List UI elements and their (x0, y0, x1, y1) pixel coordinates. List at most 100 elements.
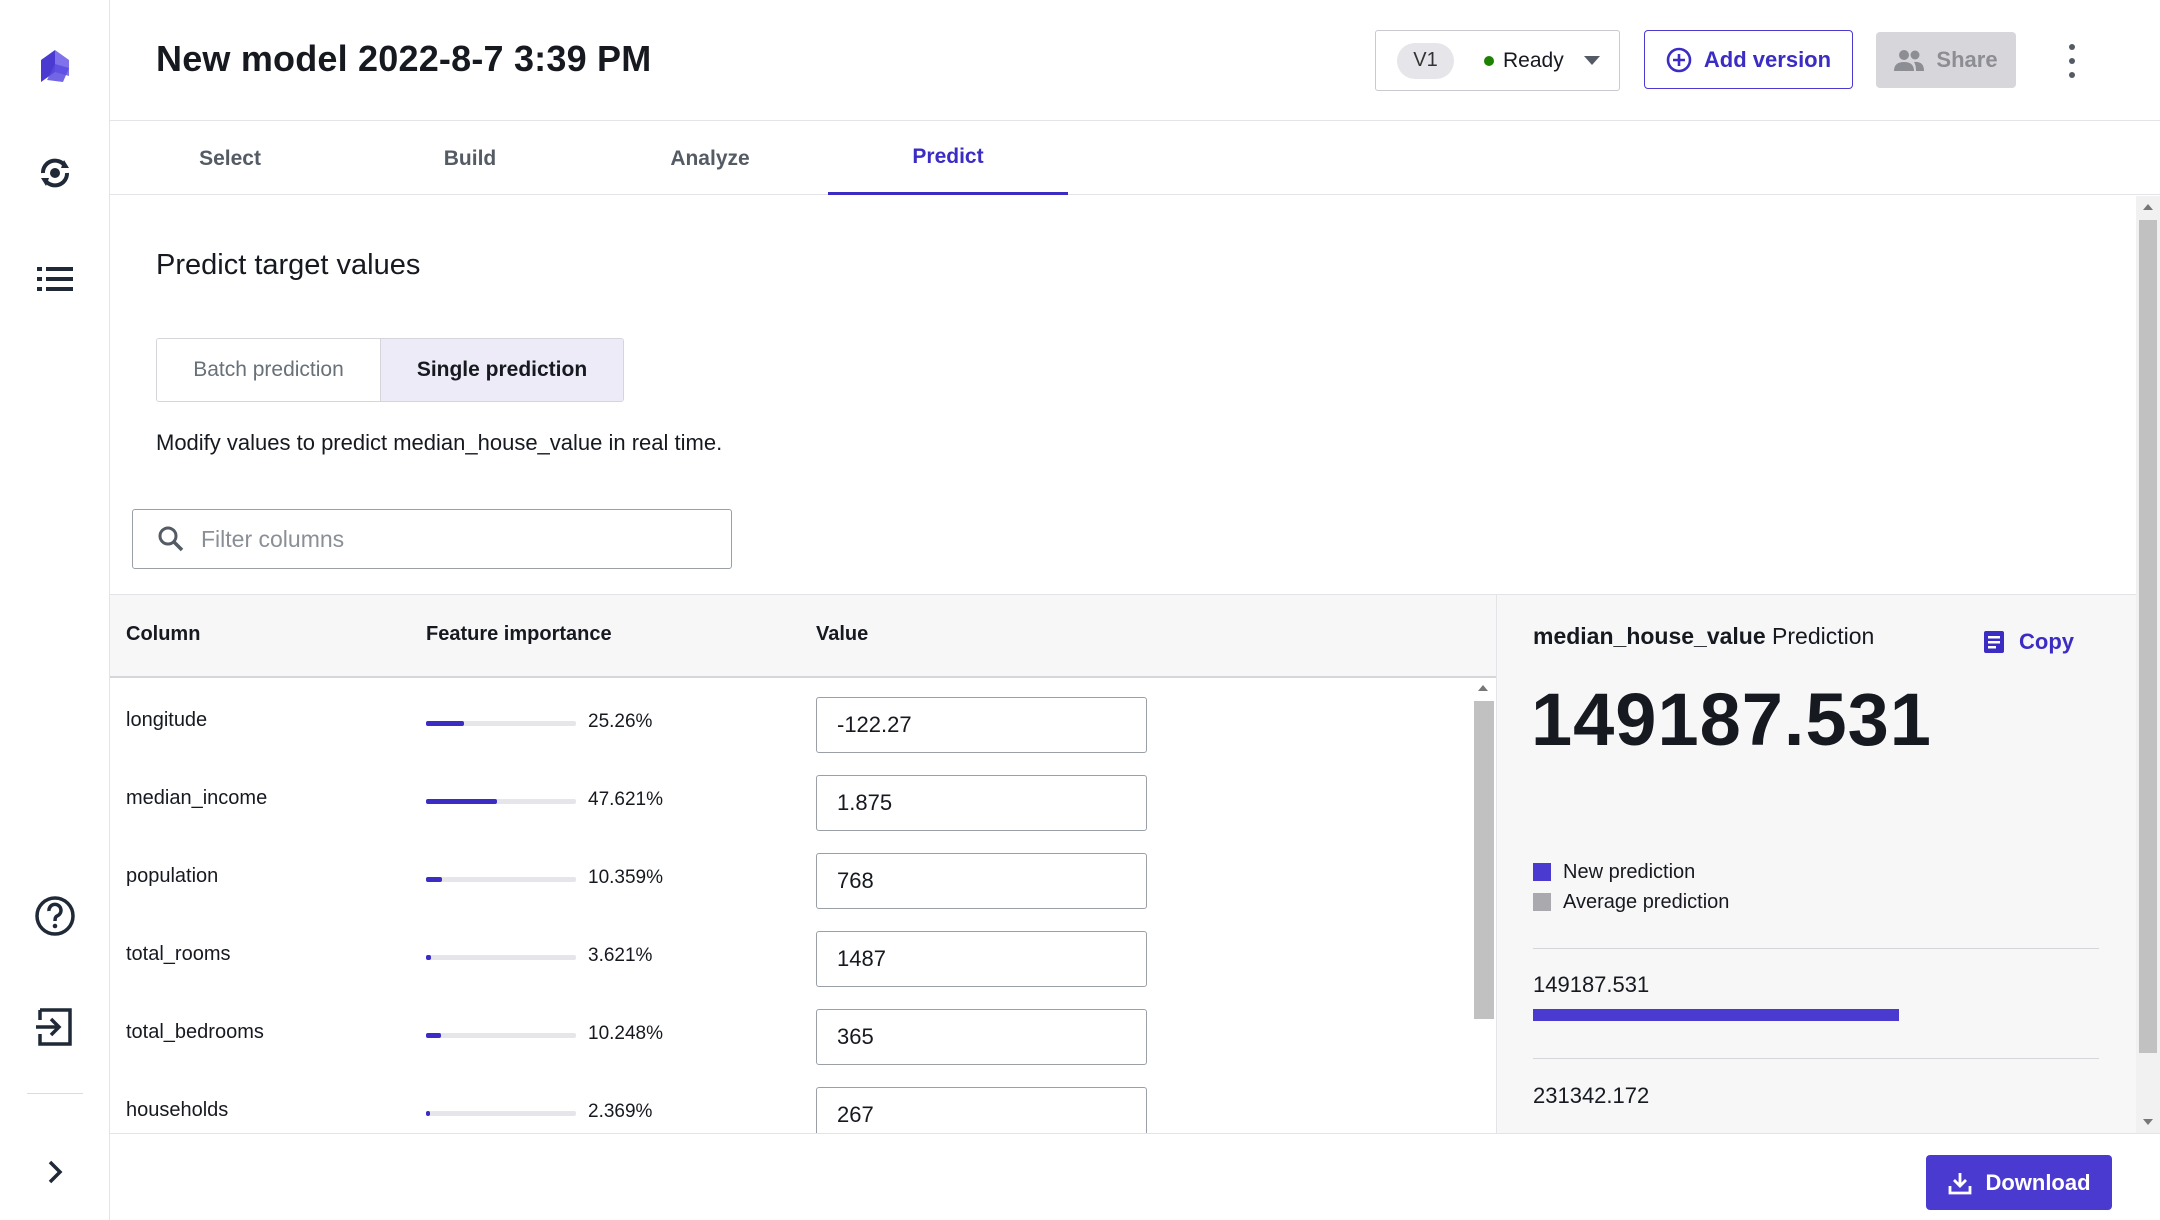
single-prediction-option[interactable]: Single prediction (381, 339, 623, 401)
batch-prediction-option[interactable]: Batch prediction (157, 339, 381, 401)
importance-bar (426, 955, 576, 960)
add-version-label: Add version (1703, 46, 1832, 72)
chevron-down-icon (1583, 56, 1600, 65)
help-icon[interactable] (29, 890, 81, 942)
importance-bar (426, 1033, 576, 1038)
new-prediction-bar (1533, 1009, 1899, 1021)
prediction-legend: New prediction Average prediction (1533, 857, 1729, 917)
legend-item-average: Average prediction (1533, 887, 1729, 917)
download-button[interactable]: Download (1926, 1155, 2112, 1210)
table-row: total_rooms 3.621% 1487 (110, 919, 1470, 997)
importance-bar-fill (426, 799, 497, 804)
importance-percent: 2.369% (588, 1101, 653, 1122)
prediction-panel: Column Feature importance Value longitud… (110, 594, 2136, 1143)
sign-out-icon[interactable] (29, 1001, 81, 1053)
copy-button[interactable]: Copy (1983, 629, 2074, 655)
column-name: longitude (126, 709, 208, 731)
download-label: Download (1985, 1169, 2091, 1195)
feature-table: Column Feature importance Value longitud… (110, 595, 1496, 1143)
page-footer: Download (110, 1133, 2160, 1220)
app-logo-icon[interactable] (29, 40, 81, 92)
scroll-up-arrow-icon[interactable] (1478, 685, 1488, 691)
column-header-importance: Feature importance (426, 623, 612, 645)
value-input[interactable]: -122.27 (816, 697, 1147, 753)
share-button[interactable]: Share (1876, 32, 2016, 88)
legend-swatch-average (1533, 893, 1551, 911)
version-badge: V1 (1397, 42, 1454, 79)
version-selector[interactable]: V1 Ready (1375, 30, 1620, 91)
table-header: Column Feature importance Value (110, 595, 1496, 678)
importance-percent: 10.359% (588, 867, 664, 888)
scroll-down-arrow-icon[interactable] (2143, 1119, 2153, 1125)
importance-bar-fill (426, 955, 431, 960)
models-icon[interactable] (29, 147, 81, 199)
new-prediction-value: 149187.531 (1533, 972, 1650, 997)
kebab-icon[interactable] (2066, 44, 2078, 78)
legend-label-average: Average prediction (1563, 890, 1730, 913)
legend-item-new: New prediction (1533, 857, 1729, 887)
importance-bar (426, 1111, 576, 1116)
importance-percent: 25.26% (588, 711, 653, 732)
table-scrollbar[interactable] (1472, 685, 1494, 1134)
page-scroll-thumb[interactable] (2139, 220, 2157, 1053)
column-name: median_income (126, 787, 268, 809)
section-heading: Predict target values (156, 249, 421, 281)
scroll-up-arrow-icon[interactable] (2143, 204, 2153, 210)
tab-predict[interactable]: Predict (828, 122, 1068, 195)
importance-bar-fill (426, 1111, 430, 1116)
prediction-result-panel: median_house_value Prediction Copy 14918… (1496, 595, 2136, 1134)
page-scrollbar[interactable] (2136, 196, 2160, 1133)
prediction-suffix: Prediction (1772, 623, 1875, 649)
prediction-mode-toggle: Batch prediction Single prediction (156, 338, 624, 402)
table-row: population 10.359% 768 (110, 841, 1470, 919)
copy-icon (1984, 631, 2004, 653)
legend-swatch-new (1533, 863, 1551, 881)
prediction-value: 149187.531 (1531, 678, 1932, 761)
importance-bar-fill (426, 1033, 441, 1038)
importance-percent: 3.621% (588, 945, 653, 966)
filter-columns-field (132, 509, 732, 569)
divider (1533, 1058, 2099, 1059)
importance-bar (426, 877, 576, 882)
download-icon (1949, 1172, 1972, 1194)
average-prediction-value: 231342.172 (1533, 1083, 1650, 1108)
column-name: households (126, 1099, 229, 1121)
expand-chevron-icon[interactable] (29, 1146, 81, 1198)
list-icon[interactable] (29, 253, 81, 305)
copy-label: Copy (2019, 629, 2074, 654)
prediction-title: median_house_value Prediction (1533, 623, 1874, 650)
share-label: Share (1936, 47, 1998, 72)
users-icon (1894, 50, 1925, 71)
importance-bar (426, 799, 576, 804)
importance-bar (426, 721, 576, 726)
filter-columns-input[interactable] (199, 524, 719, 554)
plus-circle-icon (1666, 47, 1692, 72)
importance-percent: 10.248% (588, 1023, 664, 1044)
importance-bar-fill (426, 721, 464, 726)
tab-build[interactable]: Build (350, 122, 590, 195)
tab-select[interactable]: Select (110, 122, 350, 195)
legend-label-new: New prediction (1563, 860, 1696, 883)
step-tabs: Select Build Analyze Predict (110, 122, 2160, 195)
predict-content: Predict target values Batch prediction S… (110, 196, 2136, 1143)
importance-bar-fill (426, 877, 442, 882)
page-title: New model 2022-8-7 3:39 PM (156, 38, 652, 79)
value-input[interactable]: 768 (816, 853, 1147, 909)
value-input[interactable]: 1487 (816, 931, 1147, 987)
predict-description: Modify values to predict median_house_va… (156, 430, 723, 455)
prediction-target: median_house_value (1533, 623, 1766, 649)
importance-percent: 47.621% (588, 789, 664, 810)
page-header: New model 2022-8-7 3:39 PM V1 Ready Add … (110, 0, 2160, 121)
status-dot-icon (1484, 55, 1494, 66)
table-row: total_bedrooms 10.248% 365 (110, 997, 1470, 1075)
column-header-column: Column (126, 623, 201, 645)
status-label: Ready (1503, 48, 1564, 72)
table-row: longitude 25.26% -122.27 (110, 685, 1470, 763)
value-input[interactable]: 365 (816, 1009, 1147, 1065)
tab-analyze[interactable]: Analyze (590, 122, 830, 195)
add-version-button[interactable]: Add version (1644, 30, 1853, 89)
column-name: total_bedrooms (126, 1021, 264, 1043)
table-scroll-thumb[interactable] (1474, 701, 1494, 1019)
table-row: median_income 47.621% 1.875 (110, 763, 1470, 841)
value-input[interactable]: 1.875 (816, 775, 1147, 831)
